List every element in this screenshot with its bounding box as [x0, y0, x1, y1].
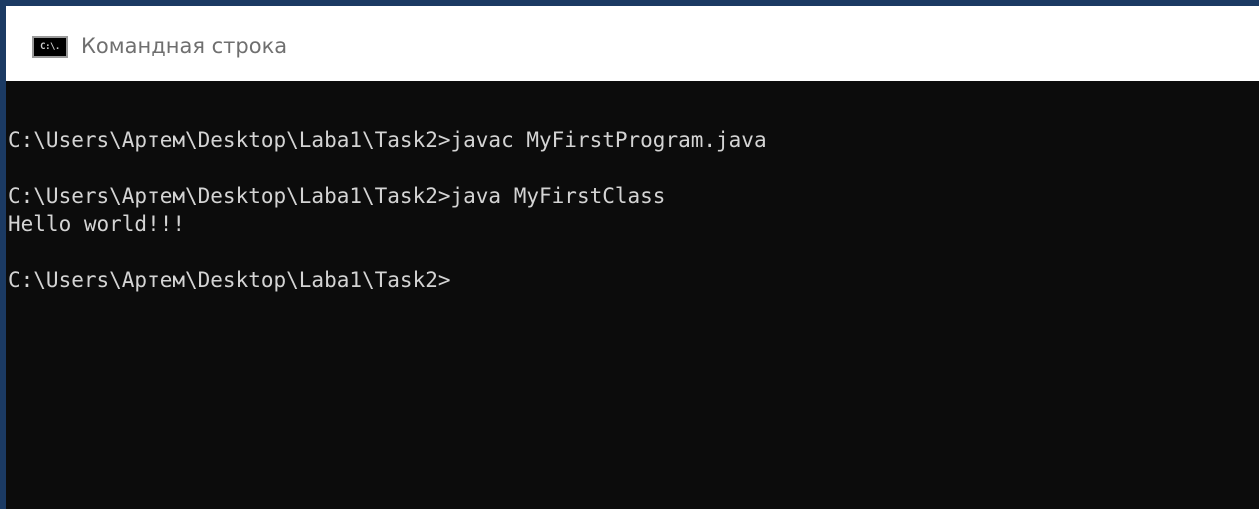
window-title: Командная строка: [81, 34, 288, 58]
cmd-icon[interactable]: C:\.: [32, 36, 68, 58]
title-bar[interactable]: C:\. Командная строка: [6, 6, 1259, 81]
command-prompt-window: C:\. Командная строка C:\Users\Артем\Des…: [0, 0, 1259, 509]
console-output[interactable]: C:\Users\Артем\Desktop\Laba1\Task2>javac…: [6, 81, 1259, 509]
console-line: Hello world!!!: [8, 212, 186, 236]
console-line: C:\Users\Артем\Desktop\Laba1\Task2>java …: [8, 184, 666, 208]
console-prompt-line[interactable]: C:\Users\Артем\Desktop\Laba1\Task2>: [6, 266, 1259, 294]
cmd-icon-label: C:\.: [40, 41, 60, 52]
console-line: C:\Users\Артем\Desktop\Laba1\Task2>javac…: [8, 128, 767, 152]
